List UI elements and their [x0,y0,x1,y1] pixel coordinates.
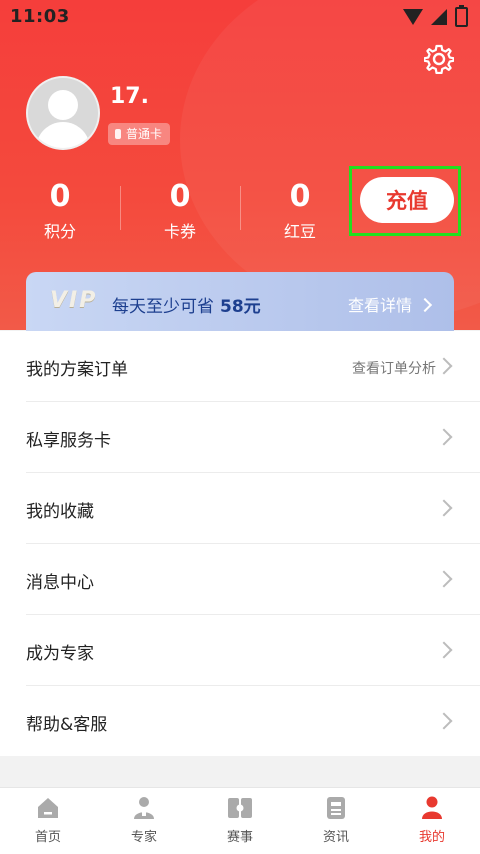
stat-value: 0 [289,179,311,214]
status-time: 11:03 [10,6,70,27]
tab-profile[interactable]: 我的 [384,796,480,845]
chevron-right-icon [435,712,453,730]
menu-item-orders[interactable]: 我的方案订单 查看订单分析 [26,331,480,402]
status-bar: 11:03 [0,0,480,34]
chevron-right-icon [417,297,433,313]
vip-banner[interactable]: VIP 每天至少可省 58元 查看详情 [26,272,454,334]
menu-item-become-expert[interactable]: 成为专家 [26,615,480,686]
menu-list: 我的方案订单 查看订单分析 私享服务卡 我的收藏 消息中心 成为专家 帮助&客服 [0,331,480,756]
tab-label: 首页 [34,830,61,845]
stat-label: 红豆 [283,222,316,241]
avatar-body [36,122,90,148]
signal-icon [431,9,447,25]
vip-promo-text: 每天至少可省 [112,297,214,317]
stat-value: 0 [169,179,191,214]
match-icon [228,798,252,818]
battery-icon [455,5,468,27]
tab-label: 资讯 [322,830,349,845]
expert-icon [134,797,154,819]
tab-match[interactable]: 赛事 [192,796,288,845]
tab-label: 专家 [130,830,157,845]
menu-item-service-card[interactable]: 私享服务卡 [26,402,480,473]
stat-red-beans[interactable]: 0 红豆 [240,178,360,242]
menu-item-title: 成为专家 [26,644,94,664]
status-icons [403,5,468,27]
card-badge: 普通卡 [108,123,171,145]
settings-gear-icon[interactable] [424,44,454,74]
wifi-icon [403,9,423,25]
chevron-right-icon [435,428,453,446]
vip-detail-label: 查看详情 [347,296,412,315]
menu-item-title: 私享服务卡 [26,431,111,451]
menu-item-title: 帮助&客服 [26,715,108,735]
tab-news[interactable]: 资讯 [288,796,384,845]
stat-coupons[interactable]: 0 卡券 [120,178,240,242]
news-icon [327,797,345,819]
chevron-right-icon [435,641,453,659]
menu-item-title: 消息中心 [26,573,94,593]
bottom-tab-bar: 首页 专家 赛事 资讯 我的 [0,787,480,854]
stat-points[interactable]: 0 积分 [0,178,120,242]
menu-item-favorites[interactable]: 我的收藏 [26,473,480,544]
tab-label: 我的 [418,830,445,845]
profile-icon [422,796,442,819]
chevron-right-icon [435,357,453,375]
avatar[interactable] [26,76,100,150]
chevron-right-icon [435,499,453,517]
menu-item-title: 我的方案订单 [26,360,128,380]
vip-amount: 58元 [220,297,261,317]
menu-item-title: 我的收藏 [26,502,94,522]
stat-label: 卡券 [163,222,196,241]
vip-logo: VIP [50,288,98,313]
username[interactable]: 17. [110,84,149,109]
recharge-button[interactable]: 充值 [360,177,454,223]
tab-home[interactable]: 首页 [0,796,96,845]
avatar-head [48,90,78,120]
tab-label: 赛事 [226,830,253,845]
stat-divider [240,186,241,230]
vip-promo: 每天至少可省 58元 [112,292,261,317]
home-icon [38,798,58,818]
stat-value: 0 [49,179,71,214]
vip-detail-link[interactable]: 查看详情 [347,292,433,316]
tab-expert[interactable]: 专家 [96,796,192,845]
stat-divider [120,186,121,230]
menu-item-messages[interactable]: 消息中心 [26,544,480,615]
menu-item-extra: 查看订单分析 [352,361,436,377]
menu-item-help[interactable]: 帮助&客服 [26,686,480,756]
stats-row: 0 积分 0 卡券 0 红豆 [0,178,360,248]
chevron-right-icon [435,570,453,588]
stat-label: 积分 [43,222,76,241]
